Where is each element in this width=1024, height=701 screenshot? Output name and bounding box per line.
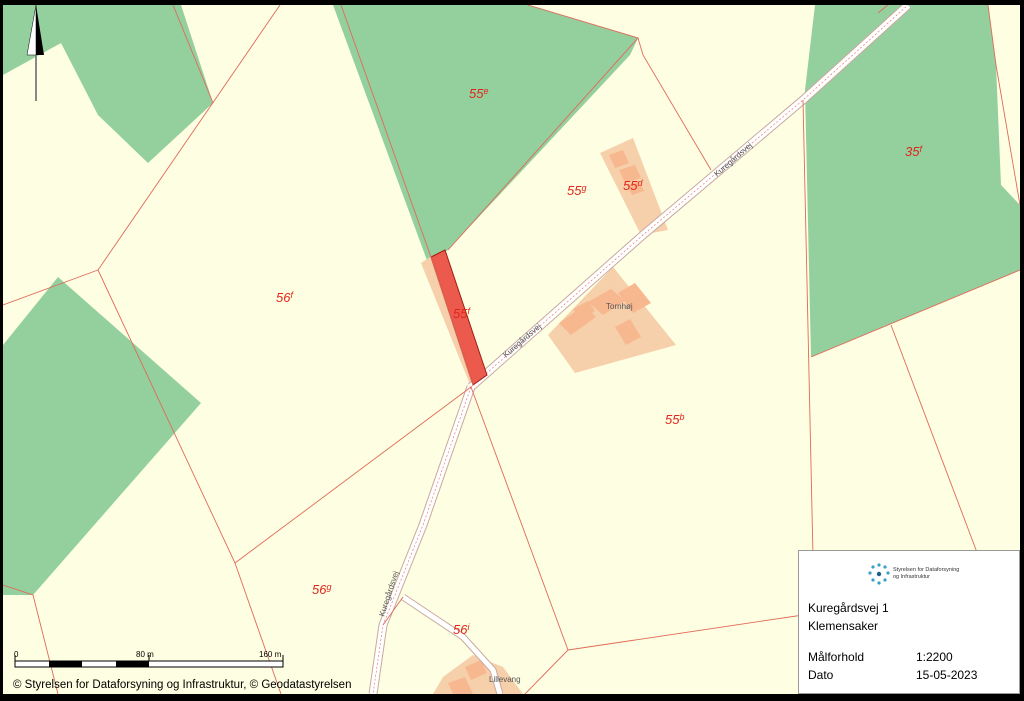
legend-scale-key: Målforhold <box>808 650 865 664</box>
legend-scale-value: 1:2200 <box>916 650 953 664</box>
agency-logo-line1: Styrelsen for Dataforsyning <box>893 567 960 573</box>
legend-locality: Klemensaker <box>808 619 879 633</box>
parcel-label-56i: 56i <box>453 622 470 637</box>
forest-area-east <box>805 5 1020 357</box>
parcel-label-55g: 55g <box>567 183 586 198</box>
agency-logo-text: Styrelsen for Dataforsyning og Infrastru… <box>893 567 959 580</box>
scale-label-0: 0 <box>14 650 19 659</box>
road-label-kuregardsvej-2: Kuregårdsvej <box>712 141 754 179</box>
place-label-tornhoj: Tornhøj <box>606 302 633 311</box>
parcel-label-56g: 56g <box>312 582 331 597</box>
map-legend-box: Styrelsen for Dataforsyning og Infrastru… <box>798 550 1020 694</box>
scale-bar: 0 80 m 160 m <box>14 650 284 668</box>
forest-area-north <box>333 5 638 263</box>
copyright-text: © Styrelsen for Dataforsyning og Infrast… <box>13 679 352 691</box>
road-label-kuregardsvej-1: Kuregårdsvej <box>501 322 543 360</box>
legend-date-value: 15-05-2023 <box>916 668 978 682</box>
place-label-lillevang: Lillevang <box>489 675 521 684</box>
parcel-label-55b: 55b <box>665 412 684 427</box>
scale-label-80m: 80 m <box>136 650 154 659</box>
parcel-label-56f: 56f <box>276 290 294 305</box>
legend-address: Kuregårdsvej 1 <box>808 601 889 615</box>
scale-label-160m: 160 m <box>259 650 282 659</box>
parcel-label-55f: 55f <box>453 306 471 321</box>
agency-logo-icon <box>868 563 890 585</box>
agency-logo-line2: og Infrastruktur <box>893 573 930 580</box>
agency-logo: Styrelsen for Dataforsyning og Infrastru… <box>867 562 967 586</box>
forest-area-west <box>3 277 201 595</box>
map-frame: 55e 35f 55g 55d 56f 55f 55b 56g 56i Kure… <box>0 0 1024 701</box>
legend-date-key: Dato <box>808 668 834 682</box>
